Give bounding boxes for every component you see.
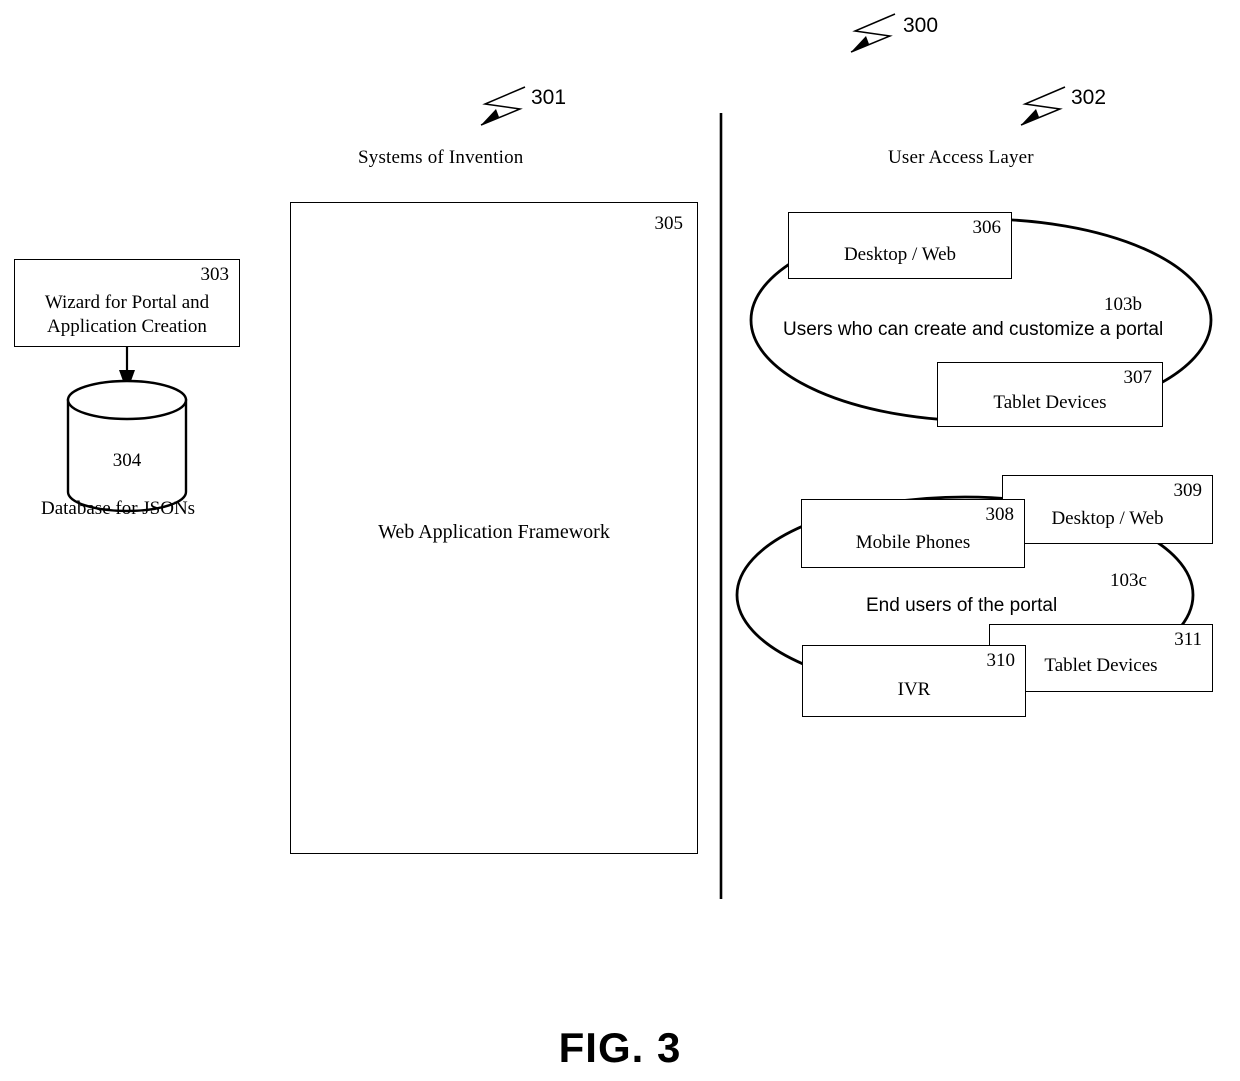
group-103c-caption: End users of the portal: [866, 595, 1058, 616]
ref-number-103c: 103c: [1110, 570, 1147, 591]
figure-canvas: Systems of Invention 301 303 Wizard for …: [0, 0, 1240, 1081]
group-103b-caption: Users who can create and customize a por…: [783, 319, 1164, 340]
wizard-for-portal-box[interactable]: 303 Wizard for Portal and Application Cr…: [14, 259, 240, 347]
database-caption: Database for JSONs: [41, 498, 196, 519]
section-title-right: User Access Layer: [888, 147, 1034, 168]
ref-number-302: 302: [1071, 86, 1107, 109]
wizard-to-database-arrow-icon: [119, 347, 135, 392]
section-title-left: Systems of Invention: [358, 147, 524, 168]
wizard-box-label-line1: Wizard for Portal and: [44, 292, 210, 313]
ref-number-305: 305: [654, 213, 684, 234]
ref-number-300: 300: [903, 14, 939, 37]
ref-number-103b: 103b: [1104, 294, 1142, 315]
tablet-devices-box-307[interactable]: 307 Tablet Devices: [937, 362, 1163, 427]
lead-line-301: [480, 86, 526, 126]
desktop-web-box-309[interactable]: 309 Desktop / Web: [1002, 475, 1213, 544]
ivr-box-310-label: IVR: [897, 679, 931, 700]
database-cylinder-icon: [66, 379, 188, 513]
ivr-box-310[interactable]: 310 IVR: [802, 645, 1026, 717]
ref-number-301: 301: [531, 86, 567, 109]
lead-line-302: [1020, 86, 1066, 126]
ref-number-303: 303: [200, 264, 230, 285]
web-application-framework-box[interactable]: 305 Web Application Framework: [290, 202, 698, 854]
wizard-box-label-line2: Application Creation: [47, 316, 207, 337]
desktop-web-box-306-label: Desktop / Web: [843, 244, 957, 265]
mobile-phones-box-308-label: Mobile Phones: [855, 532, 971, 553]
lead-line-300: [850, 13, 896, 53]
ref-number-309: 309: [1173, 480, 1203, 501]
figure-caption: FIG. 3: [558, 1024, 682, 1071]
ref-number-308: 308: [985, 504, 1015, 525]
mobile-phones-box-308[interactable]: 308 Mobile Phones: [801, 499, 1025, 568]
framework-box-label: Web Application Framework: [378, 521, 610, 543]
ref-number-307: 307: [1123, 367, 1153, 388]
ref-number-306: 306: [972, 217, 1002, 238]
tablet-devices-box-307-label: Tablet Devices: [993, 392, 1107, 413]
desktop-web-box-306[interactable]: 306 Desktop / Web: [788, 212, 1012, 279]
desktop-web-box-309-label: Desktop / Web: [1051, 508, 1164, 529]
ref-number-310: 310: [986, 650, 1016, 671]
ref-number-311: 311: [1174, 629, 1202, 650]
ref-number-304: 304: [112, 450, 142, 471]
